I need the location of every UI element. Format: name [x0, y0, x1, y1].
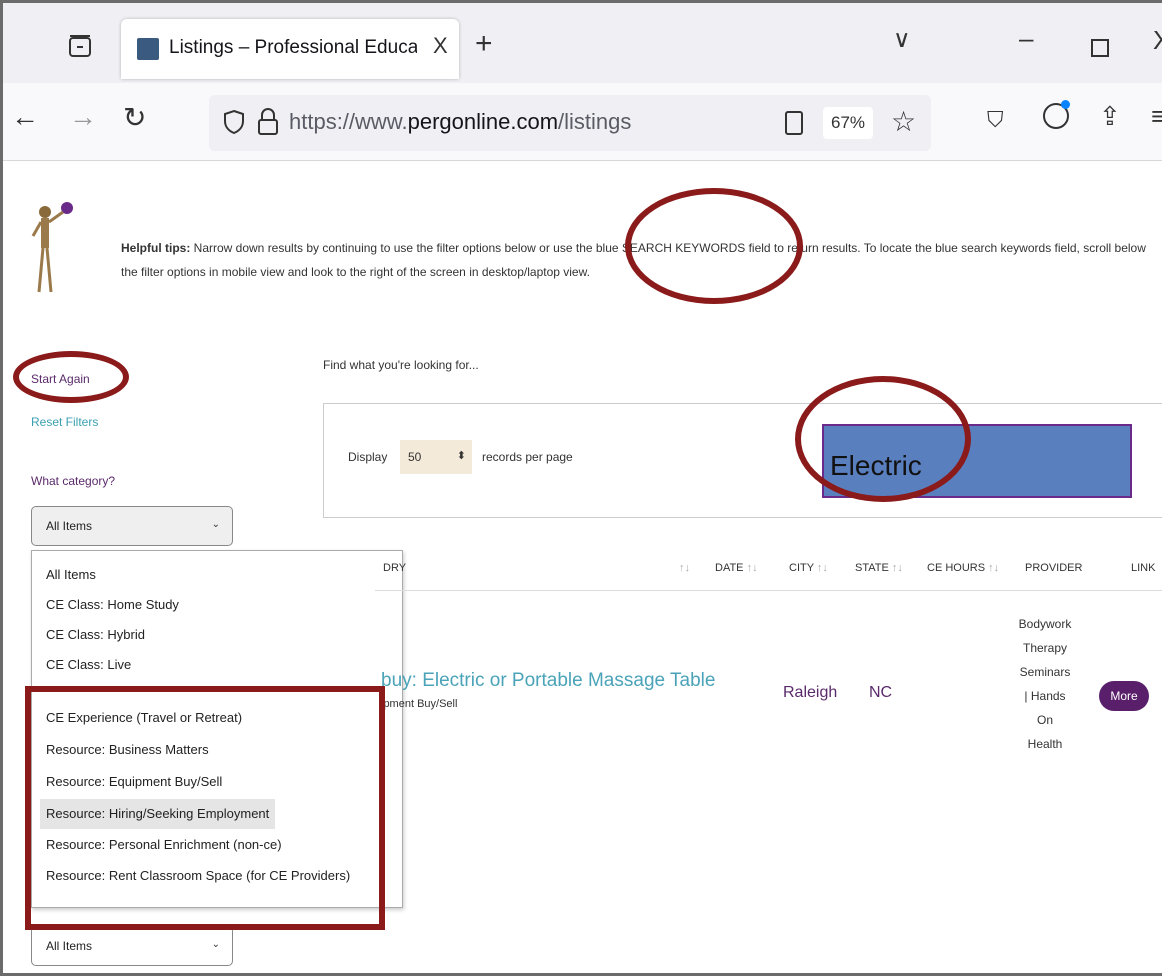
close-window-icon[interactable]: X — [1153, 25, 1162, 56]
mannequin-figure-icon — [29, 198, 89, 298]
col-header-link: LINK — [1131, 562, 1156, 574]
result-provider: Bodywork Therapy Seminars | Hands On Hea… — [1018, 617, 1072, 751]
dropdown-option[interactable]: All Items — [46, 567, 96, 582]
browser-tabbar: Listings – Professional Education X + ∨ … — [3, 3, 1162, 83]
dropdown-option[interactable]: CE Class: Home Study — [46, 597, 179, 612]
bookmark-star-icon[interactable]: ☆ — [891, 105, 916, 138]
new-tab-icon[interactable]: + — [475, 27, 493, 61]
browser-navbar: ← → ↻ https://www.pergonline.com/listing… — [3, 83, 1162, 161]
col-header-provider[interactable]: PROVIDER — [1025, 562, 1082, 574]
more-button[interactable]: More — [1099, 681, 1149, 711]
chevron-down-icon[interactable]: ∨ — [893, 25, 911, 54]
url-bar[interactable]: https://www.pergonline.com/listings 67% … — [209, 95, 931, 151]
reader-view-icon[interactable] — [785, 111, 803, 135]
result-state: NC — [869, 684, 893, 701]
reload-icon[interactable]: ↻ — [123, 101, 146, 134]
col-header-state[interactable]: STATE ↑↓ — [855, 562, 903, 574]
dropdown-option[interactable]: CE Class: Live — [46, 657, 131, 672]
category-select[interactable]: All Items ⌄ — [31, 506, 233, 546]
col-header-ce-hours[interactable]: CE HOURS ↑↓ — [927, 562, 999, 574]
col-header-city[interactable]: CITY ↑↓ — [789, 562, 828, 574]
display-label: Display — [348, 450, 388, 464]
annotation-circle-start-again — [13, 351, 129, 403]
search-panel: Display 50 ⬍ records per page Electric — [323, 403, 1162, 518]
header-divider — [375, 590, 1162, 591]
menu-icon[interactable]: ≡ — [1151, 101, 1162, 132]
col-header-date[interactable]: DATE ↑↓ — [715, 562, 758, 574]
tab-title: Listings – Professional Education — [169, 37, 417, 58]
annotation-circle-keyword-input — [795, 376, 971, 502]
sort-icon[interactable]: ↑↓ — [679, 562, 690, 574]
result-city: Raleigh — [783, 684, 838, 701]
annotation-box-resource-options — [25, 686, 385, 930]
forward-arrow-icon[interactable]: → — [69, 101, 97, 133]
col-header-category[interactable]: DRY — [383, 562, 406, 574]
back-arrow-icon[interactable]: ← — [11, 101, 39, 133]
records-per-page-value: 50 — [408, 450, 422, 464]
pocket-icon[interactable]: ⛉ — [987, 107, 1004, 133]
share-icon[interactable]: ⇪ — [1099, 101, 1121, 132]
records-label: records per page — [482, 450, 573, 464]
tab-close-icon[interactable]: X — [433, 33, 448, 59]
shield-icon[interactable] — [223, 109, 245, 140]
category-selected-value: All Items — [46, 519, 93, 533]
reset-filters-link[interactable]: Reset Filters — [31, 415, 98, 429]
dropdown-option[interactable]: CE Class: Hybrid — [46, 627, 145, 642]
page-content: Helpful tips: Narrow down results by con… — [3, 162, 1162, 973]
stepper-icon: ⬍ — [456, 450, 466, 462]
find-label: Find what you're looking for... — [323, 358, 479, 372]
secondary-selected-value: All Items — [46, 939, 93, 953]
secondary-select[interactable]: All Items ⌄ — [31, 926, 233, 966]
notification-dot — [1061, 100, 1070, 109]
url-text[interactable]: https://www.pergonline.com/listings — [289, 109, 631, 135]
minimize-icon[interactable]: – — [1019, 23, 1033, 54]
lock-icon[interactable] — [257, 107, 279, 142]
site-favicon-icon — [137, 38, 159, 60]
category-label: What category? — [31, 474, 116, 488]
chevron-down-icon: ⌄ — [211, 939, 220, 950]
screenshot-frame: Listings – Professional Education X + ∨ … — [0, 0, 1162, 976]
maximize-icon[interactable] — [1091, 39, 1109, 57]
chevron-down-icon: ⌄ — [211, 519, 220, 530]
records-per-page-select[interactable]: 50 ⬍ — [400, 440, 472, 474]
annotation-circle-search-keywords — [625, 188, 803, 304]
tab-listings[interactable]: Listings – Professional Education X — [121, 19, 459, 79]
zoom-level[interactable]: 67% — [823, 107, 874, 139]
result-title-link[interactable]: buy: Electric or Portable Massage Table — [381, 670, 715, 692]
result-category: ipment Buy/Sell — [381, 698, 458, 710]
tab-list-icon[interactable] — [67, 33, 93, 59]
